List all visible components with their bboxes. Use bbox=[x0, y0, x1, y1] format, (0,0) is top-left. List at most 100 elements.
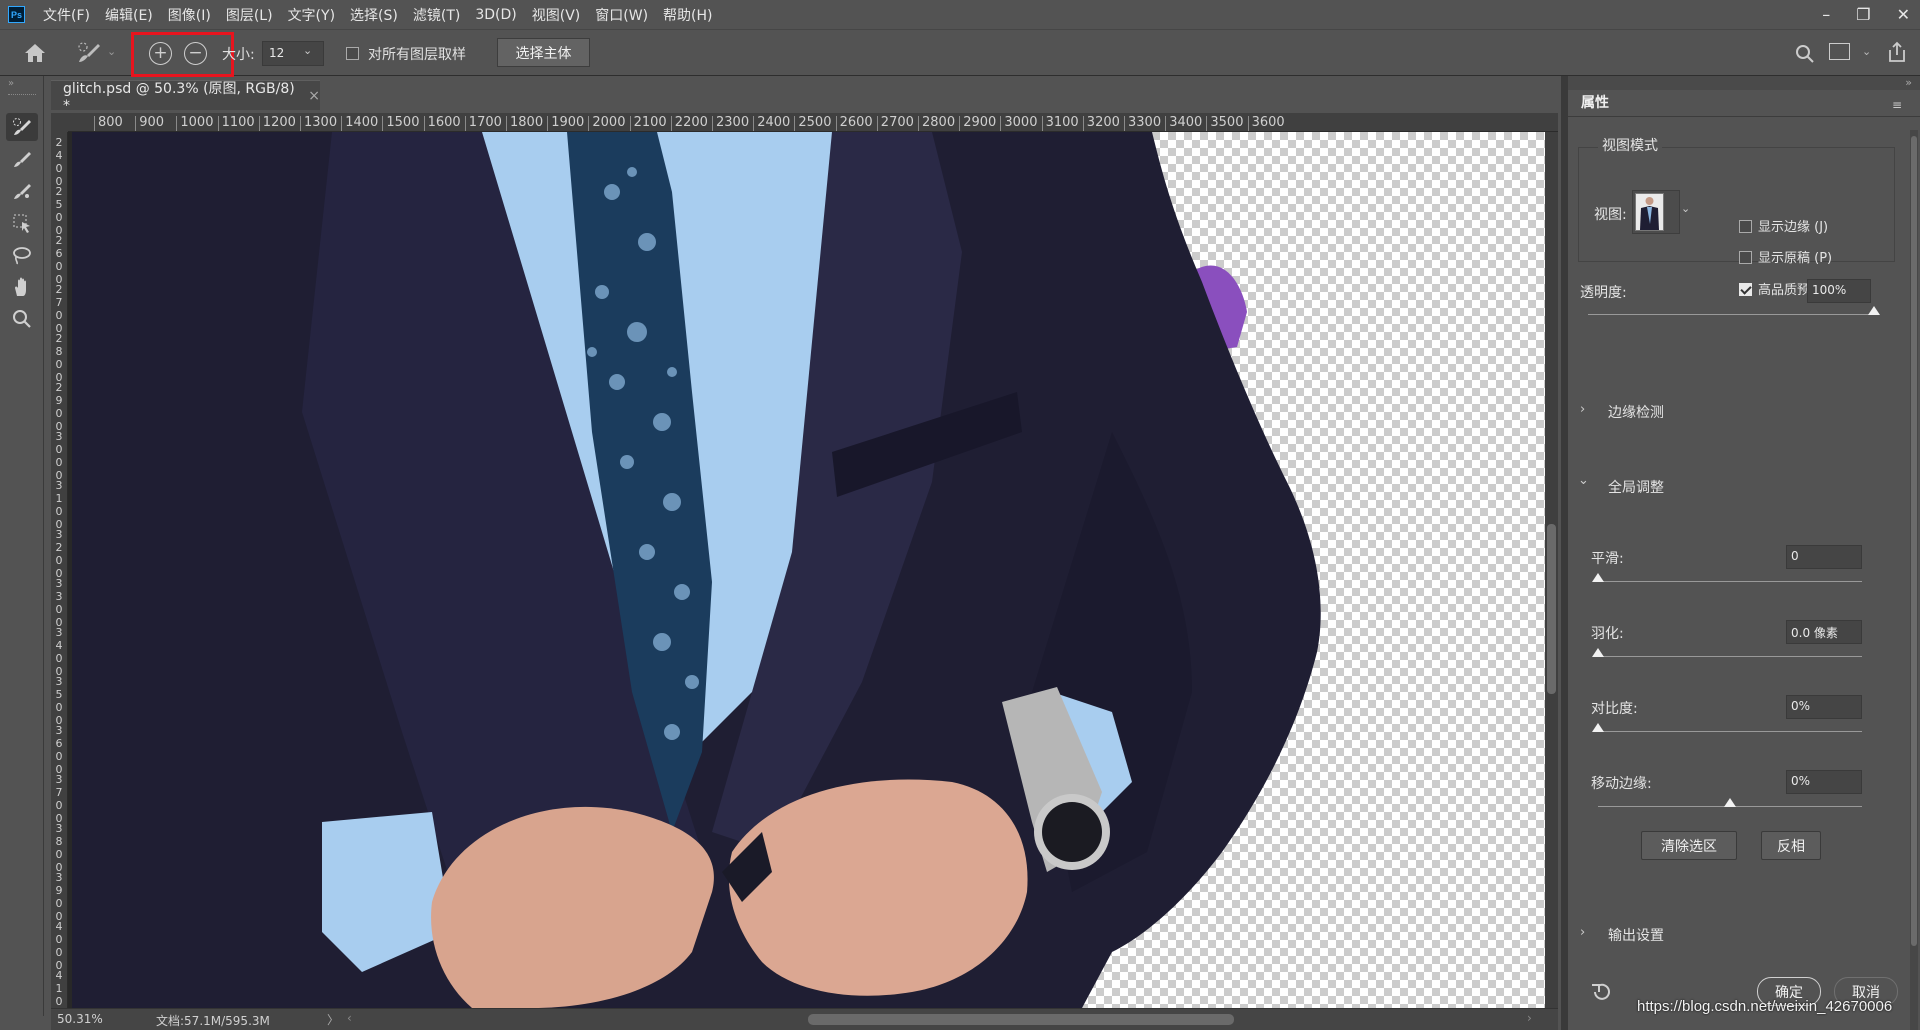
collapse-panel-icon[interactable]: » bbox=[1905, 76, 1912, 89]
toolbar-grip[interactable] bbox=[8, 94, 36, 96]
smooth-slider-handle[interactable] bbox=[1592, 573, 1604, 582]
quick-selection-brush-icon[interactable] bbox=[75, 40, 103, 66]
quick-selection-tool[interactable] bbox=[6, 113, 38, 141]
panel-menu-icon[interactable]: ≡ bbox=[1892, 98, 1902, 112]
smooth-input[interactable]: 0 bbox=[1786, 545, 1862, 569]
expand-toolbar-icon[interactable]: » bbox=[8, 78, 14, 89]
shift-edge-input[interactable]: 0% bbox=[1786, 770, 1862, 794]
opacity-label: 透明度: bbox=[1580, 285, 1627, 301]
scroll-right-icon[interactable]: › bbox=[1527, 1011, 1532, 1025]
reset-icon[interactable] bbox=[1590, 981, 1612, 1003]
scroll-left-icon[interactable]: ‹ bbox=[347, 1011, 352, 1025]
chevron-right-icon[interactable]: › bbox=[1580, 925, 1585, 940]
object-selection-tool[interactable] bbox=[6, 209, 38, 237]
ruler-tick-label: 1500 bbox=[382, 115, 420, 131]
menu-image[interactable]: 图像(I) bbox=[168, 5, 211, 25]
menu-select[interactable]: 选择(S) bbox=[350, 5, 398, 25]
ruler-tick-label: 800 bbox=[94, 115, 123, 131]
ruler-tick-label: 1200 bbox=[258, 115, 296, 131]
brush-size-label: 大小: bbox=[222, 47, 255, 63]
workspace-icon[interactable] bbox=[1829, 43, 1850, 60]
restore-button[interactable]: ❐ bbox=[1856, 5, 1870, 24]
document-tab-title: glitch.psd @ 50.3% (原图, RGB/8) * bbox=[63, 80, 295, 114]
menu-3d[interactable]: 3D(D) bbox=[475, 7, 516, 23]
output-settings-section[interactable]: 输出设置 bbox=[1608, 925, 1664, 945]
refine-edge-brush-tool[interactable] bbox=[6, 145, 38, 173]
search-icon[interactable] bbox=[1795, 44, 1815, 64]
horizontal-scrollbar-thumb[interactable] bbox=[808, 1014, 1234, 1025]
opacity-input[interactable]: 100% bbox=[1807, 279, 1871, 303]
chevron-down-icon[interactable]: ⌄ bbox=[1862, 45, 1871, 58]
sample-all-layers-checkbox[interactable] bbox=[346, 47, 359, 60]
ruler-tick-label: 2600 bbox=[835, 115, 873, 131]
menu-type[interactable]: 文字(Y) bbox=[288, 5, 335, 25]
clear-selection-button[interactable]: 清除选区 bbox=[1641, 831, 1737, 860]
ruler-tick-label: 3300 bbox=[1123, 115, 1162, 131]
feather-slider-track[interactable] bbox=[1598, 656, 1862, 657]
ruler-tick-label: 3100 bbox=[55, 479, 63, 531]
menu-filter[interactable]: 滤镜(T) bbox=[413, 5, 460, 25]
menu-edit[interactable]: 编辑(E) bbox=[105, 5, 153, 25]
opacity-slider-track[interactable] bbox=[1588, 314, 1874, 315]
ruler-tick-label: 2700 bbox=[55, 283, 63, 335]
ruler-tick-label: 3500 bbox=[1206, 115, 1244, 131]
zoom-level-field[interactable]: 50.31% bbox=[57, 1012, 103, 1026]
chevron-down-icon[interactable]: ⌄ bbox=[1578, 473, 1589, 488]
contrast-input[interactable]: 0% bbox=[1786, 695, 1862, 719]
minimize-button[interactable]: – bbox=[1822, 5, 1830, 24]
chevron-down-icon[interactable]: ⌄ bbox=[303, 44, 312, 57]
view-label: 视图: bbox=[1594, 207, 1627, 223]
menu-bar: Ps 文件(F) 编辑(E) 图像(I) 图层(L) 文字(Y) 选择(S) 滤… bbox=[0, 0, 1920, 29]
ruler-tick-label: 1000 bbox=[176, 115, 214, 131]
menu-window[interactable]: 窗口(W) bbox=[595, 5, 648, 25]
ruler-tick-label: 2700 bbox=[876, 115, 914, 131]
global-refinements-section[interactable]: 全局调整 bbox=[1608, 477, 1664, 497]
show-edge-checkbox[interactable] bbox=[1739, 220, 1752, 233]
share-icon[interactable] bbox=[1886, 41, 1908, 63]
invert-button[interactable]: 反相 bbox=[1761, 831, 1821, 860]
smooth-slider-track[interactable] bbox=[1598, 581, 1862, 582]
high-quality-preview-checkbox[interactable] bbox=[1739, 283, 1752, 296]
contrast-slider-track[interactable] bbox=[1598, 731, 1862, 732]
ruler-tick-label: 2800 bbox=[917, 115, 956, 131]
document-canvas[interactable] bbox=[68, 132, 1558, 1008]
menu-layer[interactable]: 图层(L) bbox=[226, 5, 273, 25]
person-thumbnail-icon bbox=[1640, 197, 1659, 230]
status-menu-arrow-icon[interactable]: 〉 bbox=[327, 1011, 339, 1028]
status-bar: 50.31% 文档:57.1M/595.3M 〉 ‹ › bbox=[51, 1008, 1558, 1030]
menu-view[interactable]: 视图(V) bbox=[532, 5, 581, 25]
chevron-down-icon[interactable]: ⌄ bbox=[107, 45, 116, 58]
scrollbar-thumb[interactable] bbox=[1547, 524, 1556, 694]
chevron-right-icon[interactable]: › bbox=[1580, 402, 1585, 417]
shift-edge-slider-handle[interactable] bbox=[1724, 798, 1736, 807]
close-button[interactable]: ✕ bbox=[1897, 5, 1910, 24]
show-edge-label[interactable]: 显示边缘 (J) bbox=[1758, 216, 1828, 235]
lasso-tool[interactable] bbox=[6, 241, 38, 269]
brush-tool[interactable] bbox=[6, 177, 38, 205]
menu-help[interactable]: 帮助(H) bbox=[663, 5, 712, 25]
show-original-label[interactable]: 显示原稿 (P) bbox=[1758, 247, 1832, 266]
feather-input[interactable]: 0.0 像素 bbox=[1786, 620, 1862, 644]
document-tab[interactable]: glitch.psd @ 50.3% (原图, RGB/8) * × bbox=[51, 80, 320, 114]
ruler-tick-label: 1600 bbox=[423, 115, 461, 131]
hand-tool[interactable] bbox=[6, 273, 38, 301]
tab-properties[interactable]: 属性 bbox=[1570, 90, 1620, 116]
view-mode-title: 视图模式 bbox=[1598, 135, 1662, 155]
contrast-slider-handle[interactable] bbox=[1592, 723, 1604, 732]
tools-panel: » bbox=[0, 76, 44, 1016]
select-subject-button[interactable]: 选择主体 bbox=[497, 38, 590, 67]
brush-size-input[interactable]: 12 bbox=[262, 41, 324, 66]
menu-file[interactable]: 文件(F) bbox=[43, 5, 90, 25]
zoom-tool[interactable] bbox=[6, 305, 38, 333]
home-icon[interactable] bbox=[22, 42, 48, 64]
canvas-vertical-scrollbar[interactable] bbox=[1545, 132, 1558, 1008]
ruler-tick-label: 3400 bbox=[55, 626, 63, 678]
feather-slider-handle[interactable] bbox=[1592, 648, 1604, 657]
opacity-slider-handle[interactable] bbox=[1868, 306, 1880, 315]
panel-scrollbar-thumb[interactable] bbox=[1911, 136, 1917, 946]
sample-all-layers-label[interactable]: 对所有图层取样 bbox=[368, 44, 466, 64]
edge-detection-section[interactable]: 边缘检测 bbox=[1608, 402, 1664, 422]
chevron-down-icon[interactable]: ⌄ bbox=[1681, 202, 1690, 215]
show-original-checkbox[interactable] bbox=[1739, 251, 1752, 264]
close-tab-icon[interactable]: × bbox=[308, 88, 320, 104]
